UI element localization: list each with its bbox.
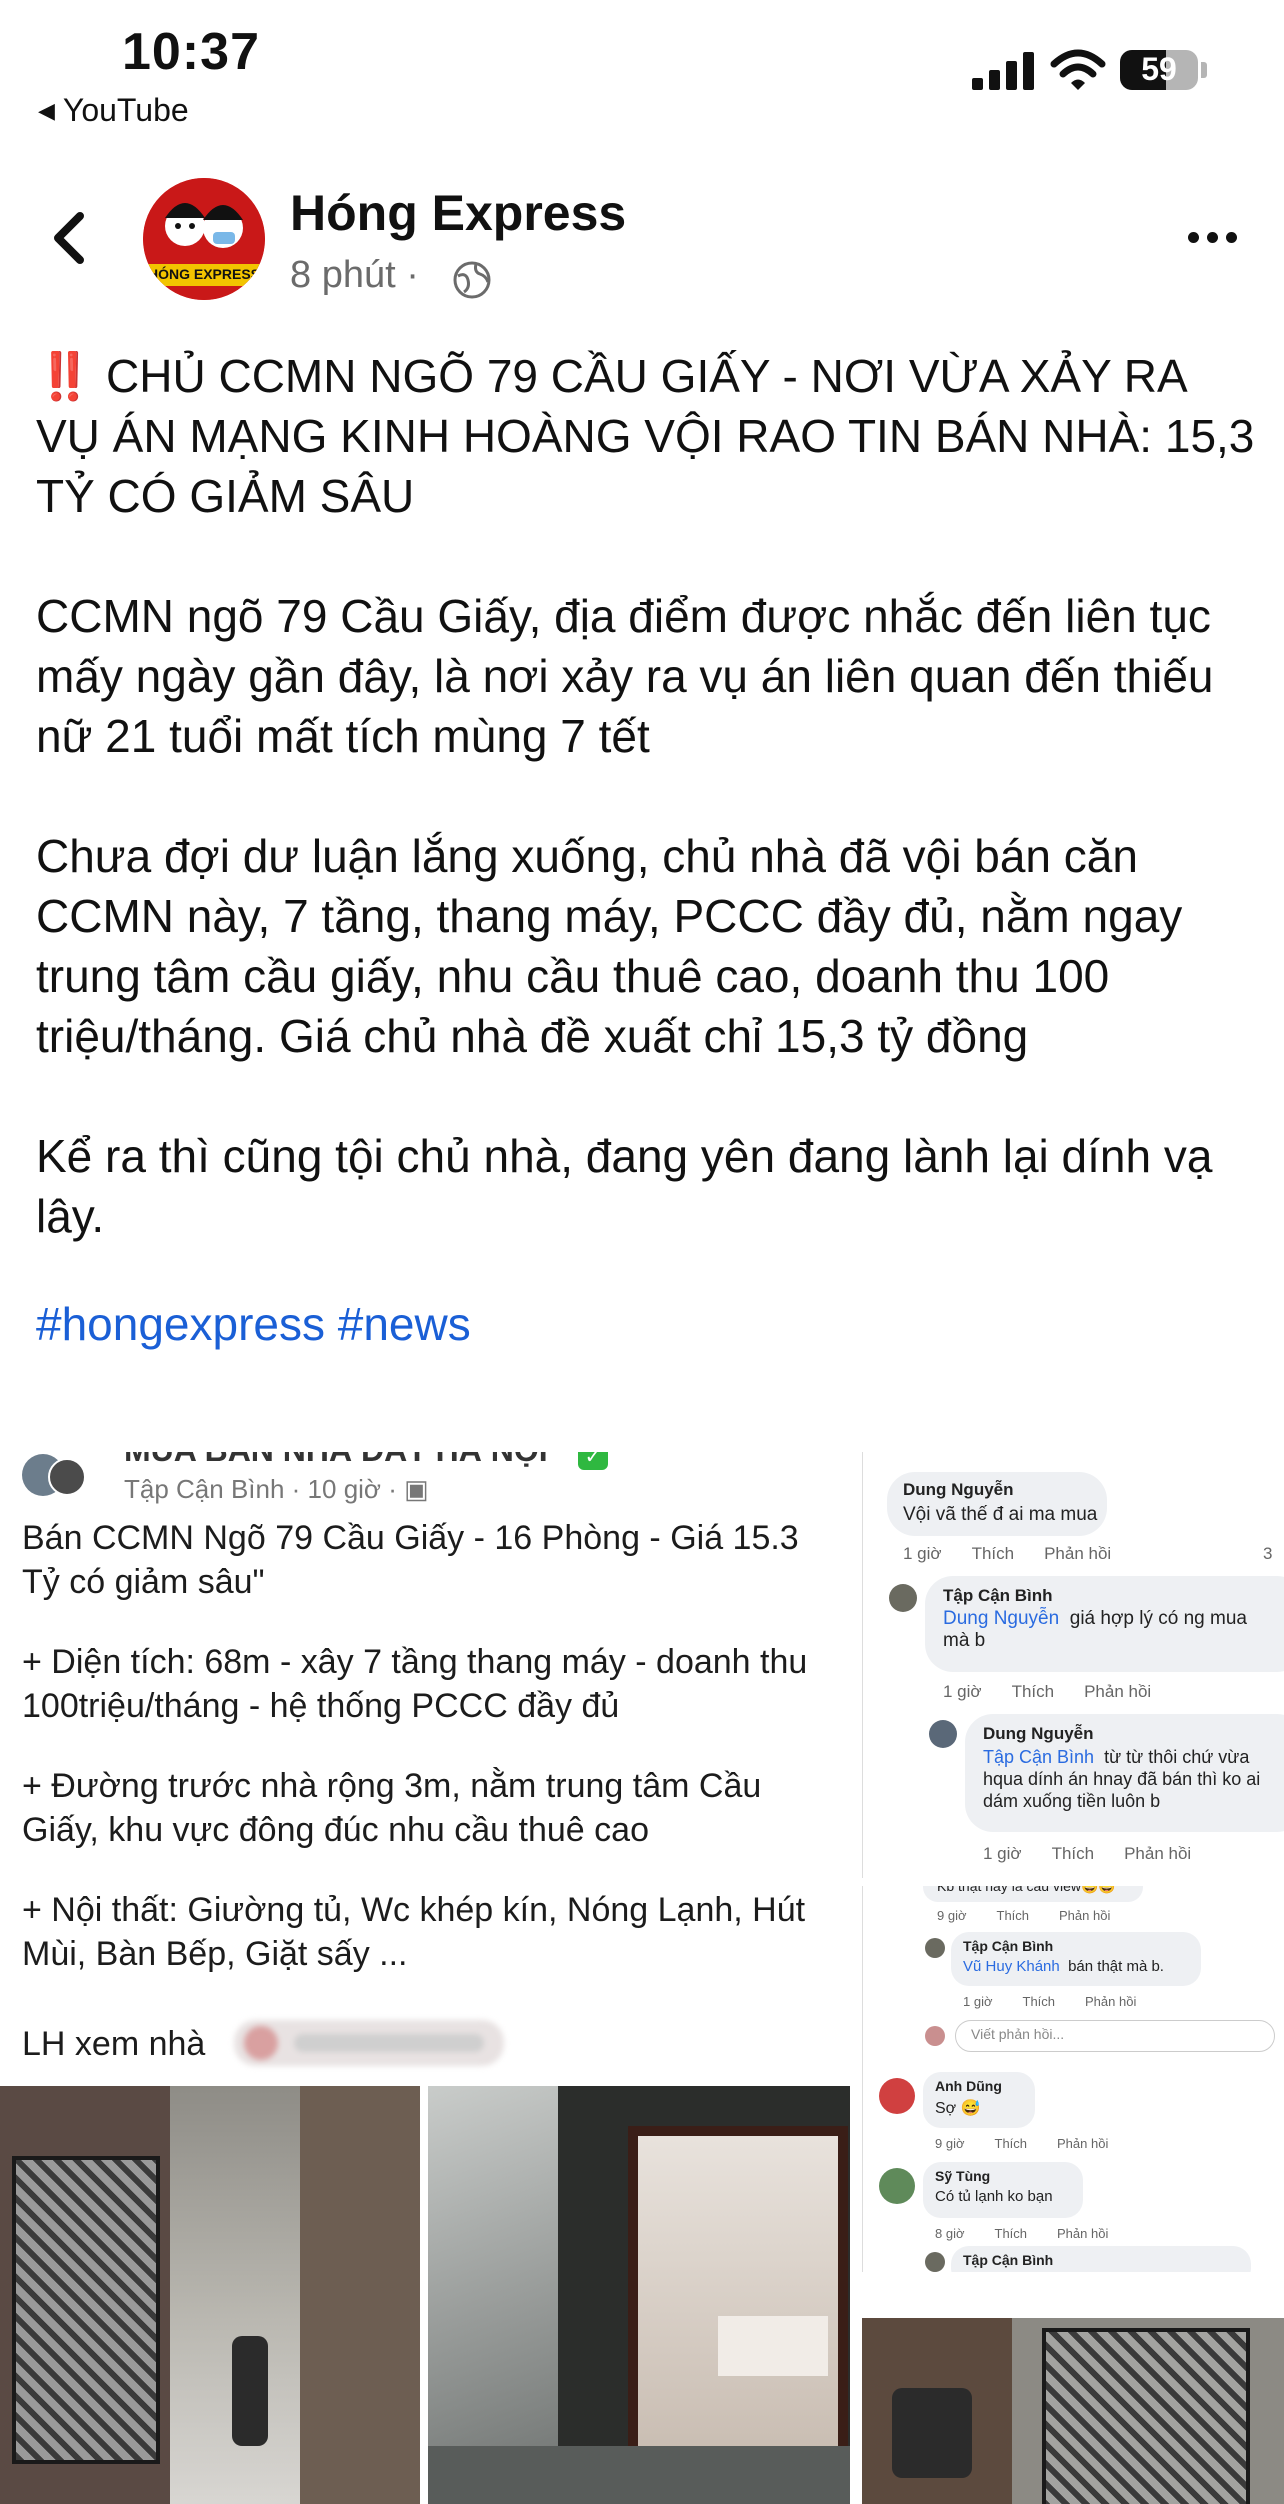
comments-screenshot-top: Dung Nguyễn Vội vã thế đ ai ma mua 1 giờ… [862,1452,1284,1878]
listing-group-name: MUA BÁN NHÀ ĐẤT HÀ NỘI [124,1452,548,1469]
comment-6-time: 8 giờ [935,2226,965,2241]
shared-collage-image[interactable]: MUA BÁN NHÀ ĐẤT HÀ NỘI ✓ Tập Cận Bình · … [0,1452,1284,2504]
reply-avatar [925,2026,945,2046]
post-hashtags[interactable]: #hongexpress #news [36,1294,1256,1354]
listing-author: Tập Cận Bình · 10 giờ · ▣ [124,1474,429,1505]
comment-4-mention: Vũ Huy Khánh [963,1958,1060,1975]
more-options-icon[interactable] [1188,230,1240,246]
comment-2-time: 1 giờ [943,1682,982,1701]
reply-placeholder: Viết phản hồi... [971,2026,1065,2042]
comment-2-avatar [889,1584,917,1612]
comment-6-text: Có tủ lạnh ko bạn [935,2188,1053,2205]
comment-6-avatar [879,2168,915,2204]
listing-line-1: + Diện tích: 68m - xây 7 tầng thang máy … [22,1643,808,1725]
comment-1-reply: Phản hồi [1044,1544,1112,1563]
comment-1-like: Thích [971,1544,1015,1563]
comment-6-like: Thích [994,2226,1028,2241]
entrance-photo [862,2318,1284,2504]
battery-cap [1201,62,1207,78]
comment-4-author: Tập Cận Bình [963,1938,1054,1954]
comment-3-meta: 1 giờ Thích Phản hồi [983,1844,1191,1864]
comment-2-author: Tập Cận Bình [943,1586,1053,1605]
comment-2-mention: Dung Nguyễn [943,1608,1060,1629]
comment-6-meta: 8 giờ Thích Phản hồi [935,2226,1108,2241]
back-chevron-icon[interactable] [48,210,88,266]
friends-icon: ▣ [404,1474,429,1504]
post-paragraph-2: CCMN ngõ 79 Cầu Giấy, địa điểm được nhắc… [36,590,1214,762]
comment-5-reply: Phản hồi [1057,2136,1109,2151]
comment-3-time: 1 giờ [983,1844,1022,1863]
comment-2-body: Dung Nguyễn giá hợp lý có ng mua mà b [943,1608,1273,1652]
comment-4-text: bán thật mà b. [1068,1958,1164,1975]
comment-3-like: Thích [1051,1844,1095,1863]
comment-3-mention: Tập Cận Bình [983,1747,1095,1767]
signal-icon [972,52,1036,90]
page-name[interactable]: Hóng Express [290,184,626,242]
comment-2-meta: 1 giờ Thích Phản hồi [943,1682,1151,1702]
post-paragraph-1: ‼️ CHỦ CCMN NGÕ 79 CẦU GIẤY - NƠI VỪA XẢ… [36,350,1255,522]
listing-line-2: + Đường trước nhà rộng 3m, nằm trung tâm… [22,1767,762,1849]
avatar-label: HÓNG EXPRESS [147,266,261,282]
status-time: 10:37 [122,23,260,81]
comment-1-text: Vội vã thế đ ai ma mua [903,1504,1098,1525]
comment-3-reply: Phản hồi [1124,1844,1192,1863]
comment-5-like: Thích [994,2136,1028,2151]
verified-icon: ✓ [578,1452,608,1470]
listing-screenshot: MUA BÁN NHÀ ĐẤT HÀ NỘI ✓ Tập Cận Bình · … [0,1452,850,2080]
comment-5-time: 9 giờ [935,2136,965,2151]
group-avatar-secondary [48,1458,86,1496]
comment-0-reply: Phản hồi [1059,1908,1111,1923]
comment-2-like: Thích [1011,1682,1055,1701]
comment-4-like: Thích [1022,1994,1056,2009]
listing-time: · 10 giờ · [291,1474,397,1504]
comment-7-author: Tập Cận Bình [963,2252,1054,2268]
blurred-phone [234,2020,504,2066]
listing-author-name: Tập Cận Bình [124,1474,285,1504]
globe-icon [453,261,491,299]
alley-photo [0,2086,420,2504]
comment-3-author: Dung Nguyễn [983,1724,1094,1743]
back-app-label: YouTube [62,92,189,128]
comment-4-avatar [925,1938,945,1958]
comment-2-reply: Phản hồi [1084,1682,1152,1701]
interior-photo [428,2086,850,2504]
comment-5-author: Anh Dũng [935,2078,1002,2094]
comment-4-meta: 1 giờ Thích Phản hồi [963,1994,1136,2009]
comment-0-time: 9 giờ [937,1908,967,1923]
listing-line-3: + Nội thất: Giường tủ, Wc khép kín, Nóng… [22,1891,806,1973]
comment-1-time: 1 giờ [903,1544,942,1563]
comment-6-author: Sỹ Tùng [935,2168,991,2184]
comment-1-meta: 1 giờ Thích Phản hồi [903,1544,1111,1564]
comment-5-avatar [879,2078,915,2114]
wifi-icon [1050,49,1106,90]
comment-1-author: Dung Nguyễn [903,1480,1014,1499]
comment-4-body: Vũ Huy Khánh bán thật mà b. [963,1958,1164,1975]
comment-5-text: Sợ 😅 [935,2100,981,2117]
listing-title: Bán CCMN Ngõ 79 Cầu Giấy - 16 Phòng - Gi… [22,1519,799,1601]
comment-0-text: Kb thật hay là câu view😅😅 [937,1886,1116,1894]
comment-1-count: 3 [1263,1544,1273,1563]
battery-icon: 59 [1120,50,1198,90]
comment-0-meta: 9 giờ Thích Phản hồi [937,1908,1110,1923]
post-paragraph-3: Chưa đợi dư luận lắng xuống, chủ nhà đã … [36,830,1183,1062]
comment-7-avatar [925,2252,945,2272]
post-time: 8 phút · [290,254,419,297]
comment-6-reply: Phản hồi [1057,2226,1109,2241]
listing-contact: LH xem nhà [22,2025,206,2063]
comment-4-reply: Phản hồi [1085,1994,1137,2009]
post-paragraph-4: Kể ra thì cũng tội chủ nhà, đang yên đan… [36,1130,1213,1242]
comments-screenshot-bottom: Kb thật hay là câu view😅😅 9 giờ Thích Phản… [862,1886,1284,2272]
back-to-app-link[interactable]: ◀ YouTube [38,92,189,129]
comment-5-meta: 9 giờ Thích Phản hồi [935,2136,1108,2151]
back-triangle-icon: ◀ [38,98,55,123]
comment-3-avatar [929,1720,957,1748]
page-avatar[interactable]: HÓNG EXPRESS [143,178,265,300]
comment-4-time: 1 giờ [963,1994,993,2009]
battery-level: 59 [1141,51,1177,87]
comment-3-body: Tập Cận Bình từ từ thôi chứ vừa hqua dín… [983,1746,1283,1812]
post-body: ‼️ CHỦ CCMN NGÕ 79 CẦU GIẤY - NƠI VỪA XẢ… [36,346,1256,1354]
post-time-text: 8 phút · [290,254,419,296]
comment-0-like: Thích [996,1908,1030,1923]
